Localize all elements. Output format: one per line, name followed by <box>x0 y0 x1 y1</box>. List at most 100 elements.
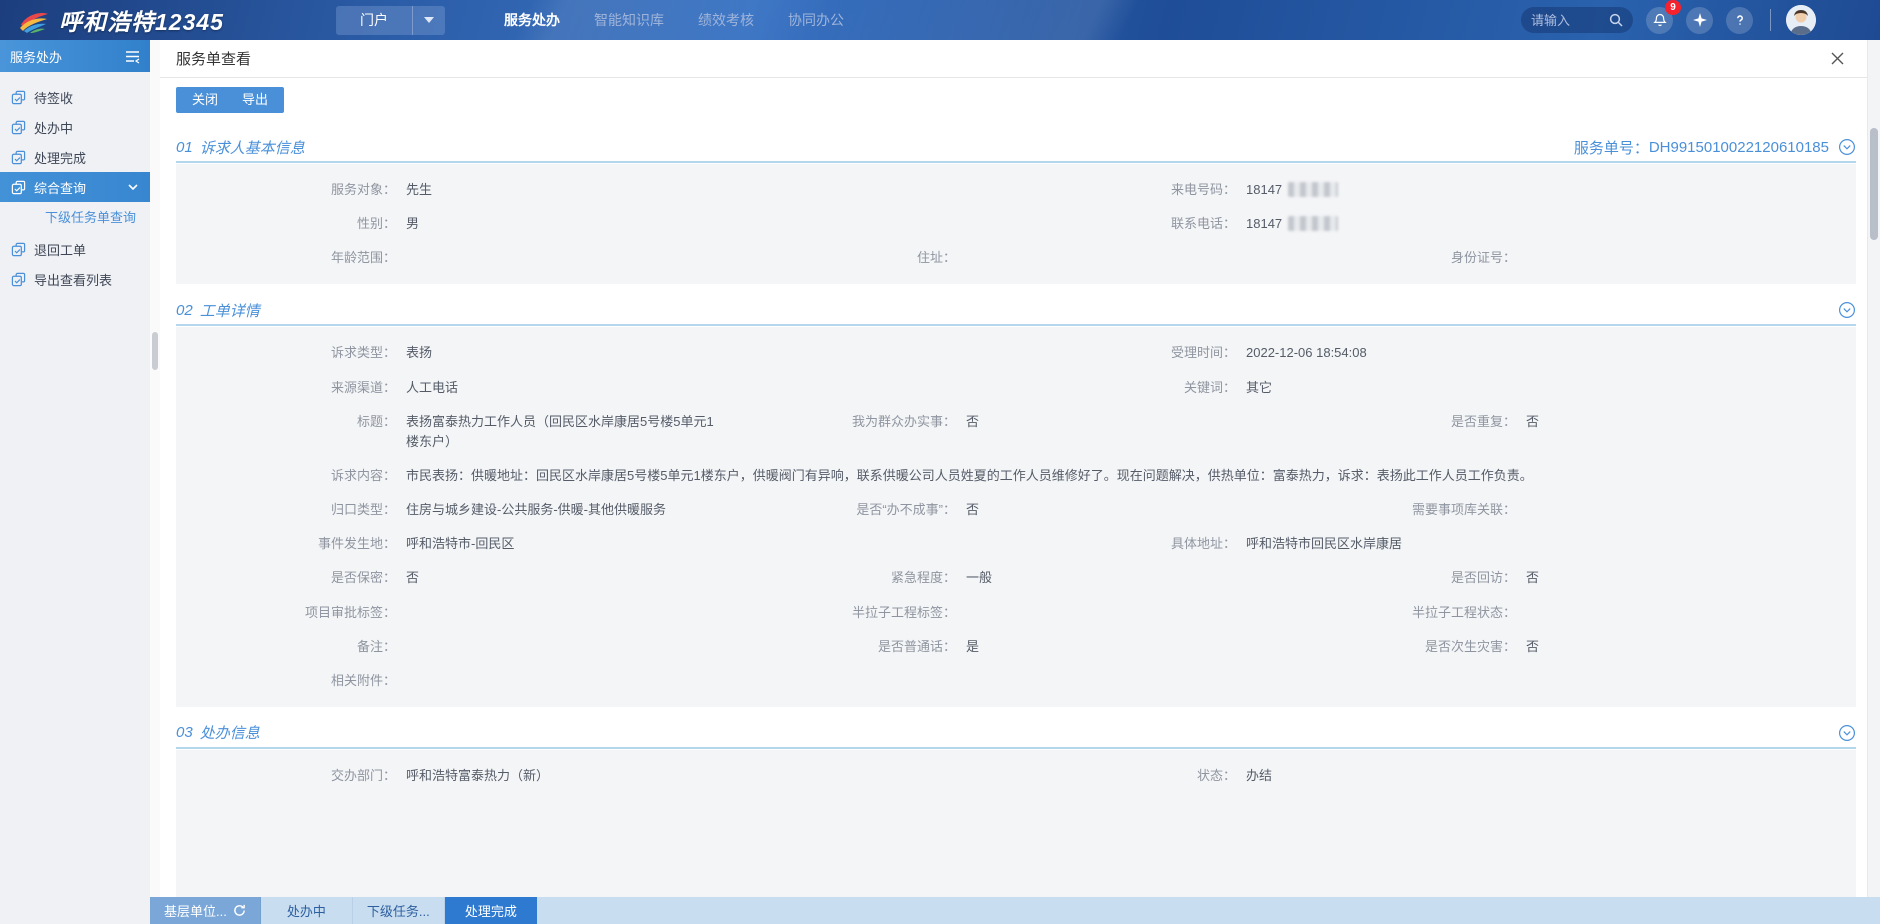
field-cell: 我为群众办实事：否 <box>736 405 1296 459</box>
bottom-tab-2[interactable]: 处办中 <box>261 897 353 924</box>
field-cell: 事件发生地：呼和浩特市-回民区 <box>176 527 1016 561</box>
field-label: 是否“办不成事”： <box>736 500 966 520</box>
sidebar-item-6[interactable]: 导出查看列表 <box>0 264 150 294</box>
field-row: 性别：男联系电话：18147 <box>176 207 1856 241</box>
field-cell: 是否保密：否 <box>176 561 736 595</box>
field-label: 受理时间： <box>1016 343 1246 363</box>
sidebar-subitem-1[interactable]: 下级任务单查询 <box>0 202 150 234</box>
bottom-tab-bar: 基层单位...处办中下级任务... 处理完成 <box>150 897 1880 924</box>
bottom-tab-4[interactable]: 处理完成 <box>445 897 537 924</box>
section-number: 03 <box>176 724 193 741</box>
field-cell: 需要事项库关联： <box>1296 493 1856 527</box>
field-row: 来源渠道：人工电话关键词：其它 <box>176 371 1856 405</box>
tab-label: 处理完成 <box>465 901 517 920</box>
sidebar-title: 服务处办 <box>10 47 62 66</box>
nav-item-3[interactable]: 绩效考核 <box>698 0 754 40</box>
sidebar-item-4[interactable]: 综合查询 <box>0 172 150 202</box>
service-order-number: DH9915010022120610185 <box>1649 139 1829 156</box>
field-cell: 交办部门：呼和浩特富泰热力（新） <box>176 759 1016 793</box>
sidebar-item-label: 综合查询 <box>34 178 86 197</box>
section-title: 诉求人基本信息 <box>200 137 305 158</box>
section-collapse-icon[interactable] <box>1838 301 1856 319</box>
page-title: 服务单查看 <box>176 48 251 69</box>
sidebar-item-label: 处理完成 <box>34 148 86 167</box>
help-button[interactable] <box>1726 7 1753 34</box>
section-title: 处办信息 <box>200 722 260 743</box>
field-cell: 关键词：其它 <box>1016 371 1856 405</box>
field-value: 否 <box>966 412 1296 432</box>
field-cell: 是否回访：否 <box>1296 561 1856 595</box>
collapse-menu-icon <box>125 49 140 64</box>
field-value: 是 <box>966 637 1296 657</box>
worksheet-icon <box>11 180 26 195</box>
navigation-compass-button[interactable] <box>1686 7 1713 34</box>
section-02: 02工单详情诉求类型：表扬受理时间：2022-12-06 18:54:08来源渠… <box>176 296 1856 707</box>
close-button[interactable]: 关闭 <box>180 87 230 113</box>
field-value: 其它 <box>1246 378 1856 398</box>
portal-menu-button[interactable]: 门户 <box>336 6 445 35</box>
section-header-right <box>1829 301 1856 319</box>
field-cell: 性别：男 <box>176 207 1016 241</box>
sidebar-header: 服务处办 <box>0 40 150 72</box>
nav-item-2[interactable]: 智能知识库 <box>594 0 664 40</box>
field-label: 是否普通话： <box>736 637 966 657</box>
field-value: 否 <box>406 568 736 588</box>
section-collapse-icon[interactable] <box>1838 724 1856 742</box>
field-label: 半拉子工程状态： <box>1296 603 1526 623</box>
field-label: 标题： <box>176 412 406 432</box>
toolbar: 关闭 导出 <box>150 78 1880 119</box>
field-cell: 备注： <box>176 630 736 664</box>
logo-swoosh-icon <box>18 7 50 33</box>
notifications-button[interactable]: 9 <box>1646 7 1673 34</box>
close-page-button[interactable] <box>1831 52 1844 65</box>
global-search[interactable] <box>1521 7 1633 33</box>
sidebar-scrollbar[interactable] <box>150 40 160 897</box>
field-label: 需要事项库关联： <box>1296 500 1526 520</box>
scrollbar-thumb[interactable] <box>1870 128 1878 240</box>
user-avatar[interactable] <box>1786 5 1816 35</box>
worksheet-icon <box>11 150 26 165</box>
sidebar-item-3[interactable]: 处理完成 <box>0 142 150 172</box>
field-row: 事件发生地：呼和浩特市-回民区具体地址：呼和浩特市回民区水岸康居 <box>176 527 1856 561</box>
search-input[interactable] <box>1531 13 1609 28</box>
sidebar-item-2[interactable]: 处办中 <box>0 112 150 142</box>
toolbar-button-group: 关闭 导出 <box>176 87 284 113</box>
notification-count-badge: 9 <box>1665 0 1681 15</box>
search-icon[interactable] <box>1609 13 1623 27</box>
field-value: 否 <box>1526 412 1856 432</box>
chevron-down-icon[interactable] <box>413 17 445 23</box>
sidebar-item-1[interactable]: 待签收 <box>0 82 150 112</box>
sidebar-collapse-button[interactable] <box>125 49 140 64</box>
nav-item-1[interactable]: 服务处办 <box>504 0 560 40</box>
main-scrollbar[interactable] <box>1867 40 1880 897</box>
sidebar-item-5[interactable]: 退回工单 <box>0 234 150 264</box>
section-header-right: 服务单号：DH9915010022120610185 <box>1574 137 1856 158</box>
field-value: 表扬富泰热力工作人员（回民区水岸康居5号楼5单元1楼东户） <box>406 412 736 452</box>
refresh-icon[interactable] <box>233 904 246 917</box>
scrollbar-thumb[interactable] <box>152 332 158 370</box>
field-label: 诉求类型： <box>176 343 406 363</box>
field-row: 诉求类型：表扬受理时间：2022-12-06 18:54:08 <box>176 336 1856 370</box>
field-label: 来电号码： <box>1016 180 1246 200</box>
export-button[interactable]: 导出 <box>230 87 280 113</box>
bottom-tab-1[interactable]: 基层单位... <box>150 897 261 924</box>
nav-item-4[interactable]: 协同办公 <box>788 0 844 40</box>
sidebar-item-label: 待签收 <box>34 88 73 107</box>
section-number: 01 <box>176 139 193 156</box>
chevron-down-icon <box>127 181 139 193</box>
field-value: 住房与城乡建设-公共服务-供暖-其他供暖服务 <box>406 500 736 520</box>
field-cell: 诉求内容：市民表扬：供暖地址：回民区水岸康居5号楼5单元1楼东户，供暖阀门有异响… <box>176 459 1856 493</box>
field-label: 半拉子工程标签： <box>736 603 966 623</box>
sidebar-item-label: 导出查看列表 <box>34 270 112 289</box>
bottom-tab-3[interactable]: 下级任务... <box>353 897 445 924</box>
field-value: 呼和浩特富泰热力（新） <box>406 766 1016 786</box>
section-03: 03处办信息交办部门：呼和浩特富泰热力（新）状态：办结 <box>176 719 1856 897</box>
field-label: 备注： <box>176 637 406 657</box>
section-collapse-icon[interactable] <box>1838 138 1856 156</box>
field-cell: 住址： <box>736 241 1296 275</box>
tab-label: 下级任务... <box>367 901 430 920</box>
field-label: 紧急程度： <box>736 568 966 588</box>
app-logo: 呼和浩特12345 <box>18 3 224 37</box>
field-cell: 联系电话：18147 <box>1016 207 1856 241</box>
sidebar-menu: 待签收处办中处理完成综合查询下级任务单查询退回工单导出查看列表 <box>0 82 150 294</box>
